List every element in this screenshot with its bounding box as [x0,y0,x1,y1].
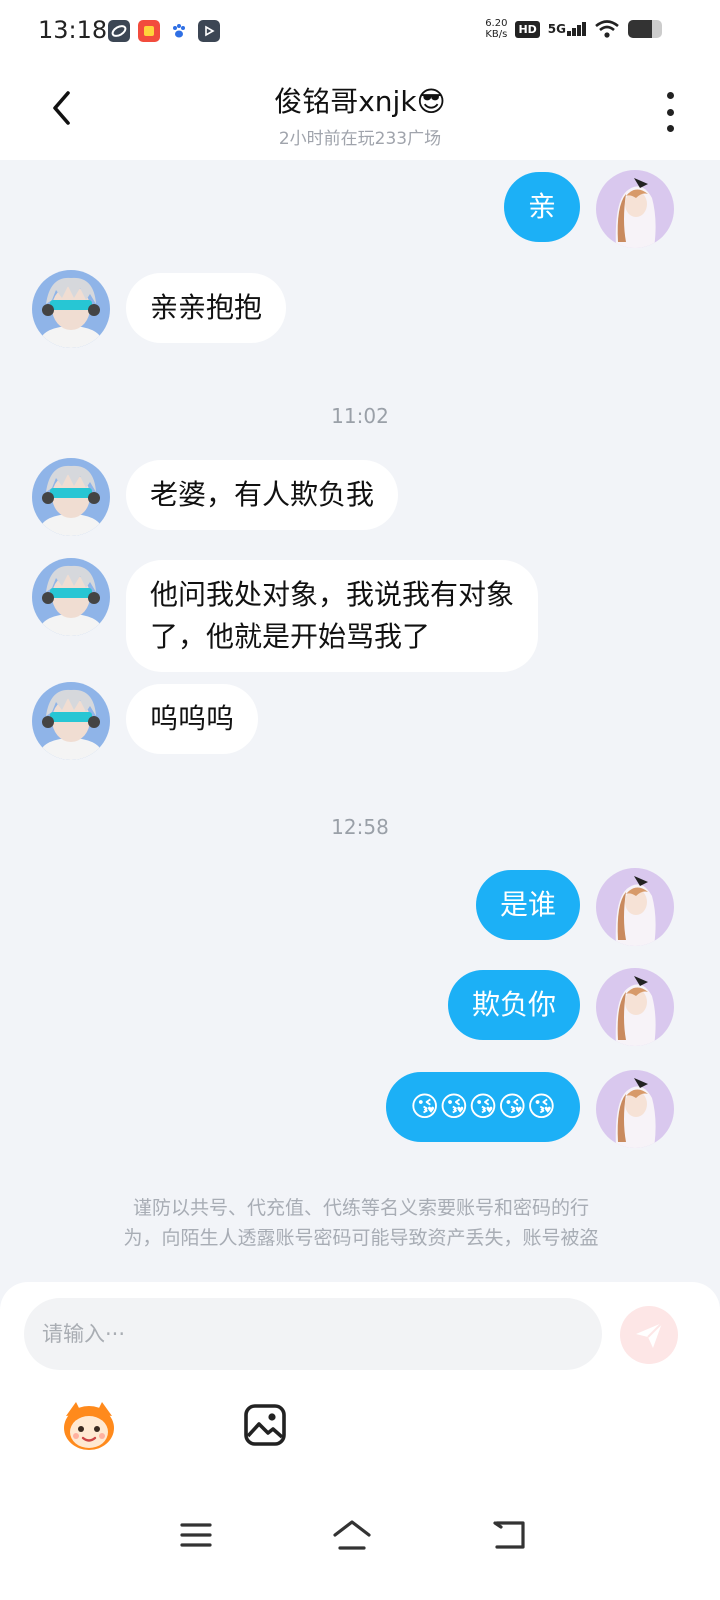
chevron-left-icon [53,91,70,125]
back-button[interactable] [38,84,86,132]
chat-header: 俊铭哥xnjk😎 2小时前在玩233广场 [0,66,720,160]
security-notice: 谨防以共号、代充值、代练等名义索要账号和密码的行 为，向陌生人透露账号密码可能导… [123,1197,599,1249]
image-picker-button[interactable] [242,1402,288,1448]
app-notification-icon [108,20,130,42]
nav-menu-button[interactable] [166,1510,226,1560]
status-bar: 13:18 6.20 KB/s HD 5G [0,0,720,66]
app-notification-icon [138,20,160,42]
contact-avatar[interactable] [32,558,110,636]
message-bubble-outgoing[interactable]: 亲 [503,172,580,242]
status-indicators: 6.20 KB/s HD 5G [485,18,662,40]
message-input[interactable] [24,1298,602,1370]
my-avatar[interactable] [596,868,674,946]
composer-panel [0,1282,720,1600]
message-timestamp: 11:02 [331,404,389,428]
contact-name: 俊铭哥xnjk😎 [274,85,446,118]
signal-icon: 5G [548,22,586,36]
network-speed: 6.20 KB/s [485,18,508,40]
my-avatar[interactable] [596,968,674,1046]
menu-icon [180,1523,212,1547]
message-bubble-outgoing[interactable]: 欺负你 [447,970,580,1040]
play-notification-icon [198,20,220,42]
message-line: 他问我处对象，我说我有对象 [150,578,515,611]
message-bubble-incoming[interactable]: 他问我处对象，我说我有对象 了，他就是开始骂我了 [126,560,539,672]
hd-badge: HD [515,20,540,38]
notification-icons [108,20,220,42]
contact-avatar[interactable] [32,270,110,348]
mascot-emoji-icon [64,1402,114,1450]
message-bubble-incoming[interactable]: 老婆，有人欺负我 [126,460,399,530]
message-timestamp: 12:58 [331,815,389,839]
nav-back-button[interactable] [480,1510,540,1560]
contact-avatar[interactable] [32,458,110,536]
wifi-icon [595,20,619,38]
status-time: 13:18 [38,16,108,44]
image-icon [244,1404,286,1446]
message-bubble-outgoing[interactable]: 是谁 [475,870,580,940]
more-vertical-icon [666,92,674,99]
message-bubble-incoming[interactable]: 亲亲抱抱 [126,273,287,343]
back-arrow-icon [493,1521,525,1549]
paper-plane-icon [636,1322,663,1348]
message-line: 了，他就是开始骂我了 [150,620,431,653]
send-button[interactable] [620,1306,678,1364]
contact-status: 2小时前在玩233广场 [278,129,442,149]
my-avatar[interactable] [596,170,674,248]
paw-notification-icon [168,20,190,42]
message-bubble-outgoing[interactable]: 😘😘😘😘😘 [386,1072,580,1142]
nav-home-button[interactable] [322,1510,382,1560]
message-bubble-incoming[interactable]: 呜呜呜 [126,684,259,754]
more-options-button[interactable] [658,92,682,132]
my-avatar[interactable] [596,1070,674,1148]
system-nav-bar [0,1492,720,1600]
contact-avatar[interactable] [32,682,110,760]
battery-icon [628,20,662,38]
header-title-block: 俊铭哥xnjk😎 2小时前在玩233广场 [160,80,560,149]
emoji-button[interactable] [60,1396,118,1454]
home-icon [333,1520,371,1550]
